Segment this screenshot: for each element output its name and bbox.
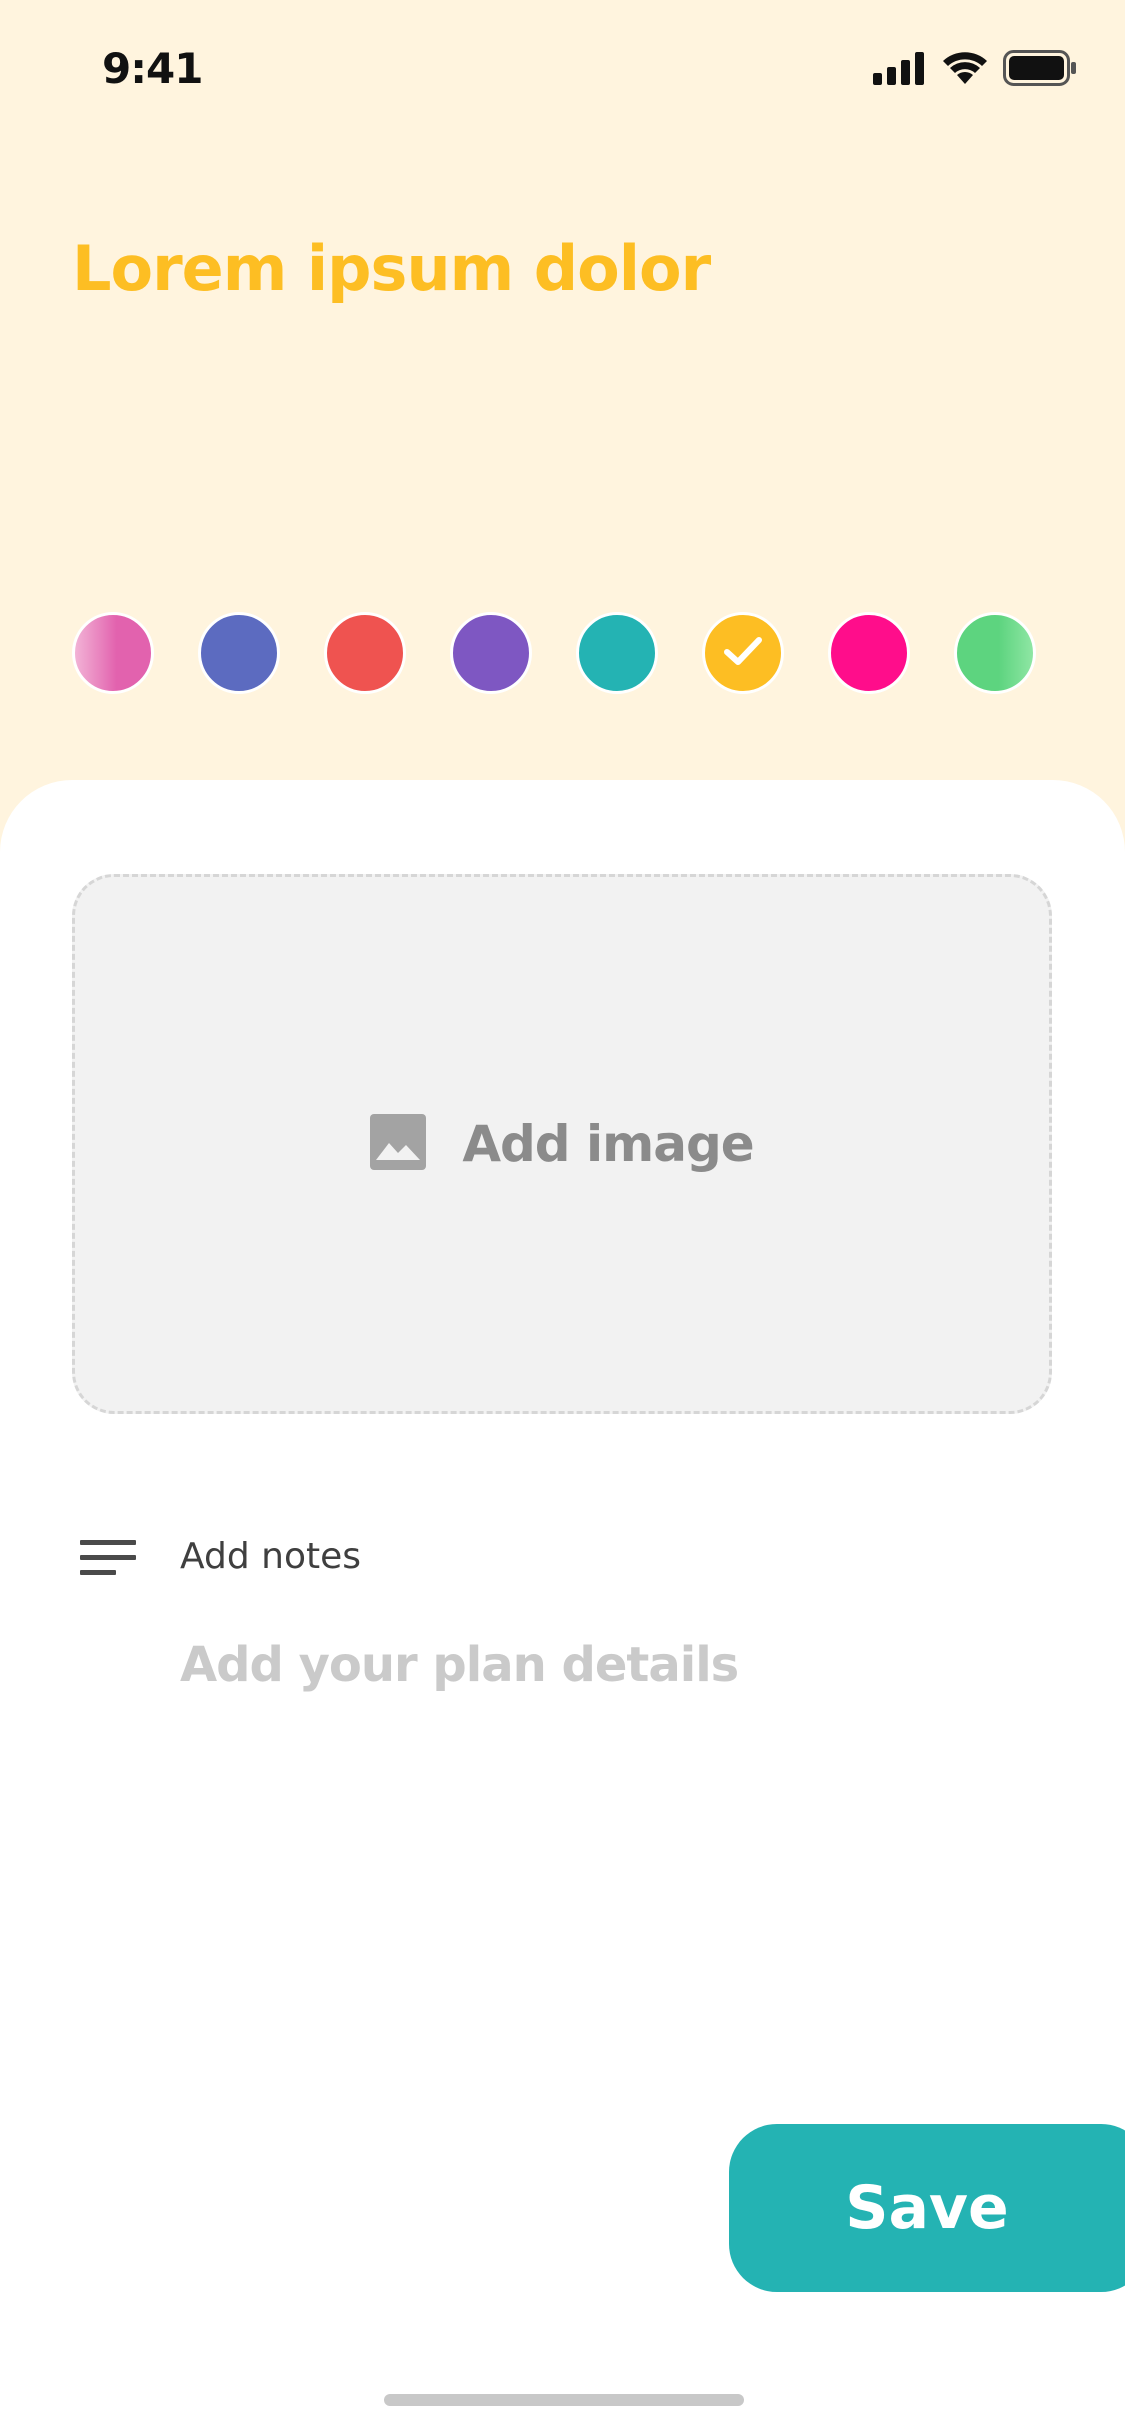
save-button[interactable]: Save [729,2124,1125,2292]
wifi-icon [941,50,989,91]
cellular-signal-icon [873,51,927,90]
color-swatch-pink[interactable] [72,612,154,694]
color-picker [72,612,1072,696]
add-image-button[interactable]: Add image [72,874,1052,1414]
battery-icon [1003,50,1077,91]
status-icons [873,50,1077,91]
checkmark-icon [723,635,763,672]
page-title: Lorem ipsum dolor [72,232,711,305]
notes-icon-wrap [80,1530,136,1590]
notes-lines-icon [80,1538,136,1583]
color-swatch-indigo[interactable] [198,612,280,694]
add-image-label: Add image [462,1115,754,1173]
color-swatch-red[interactable] [324,612,406,694]
status-time: 9:41 [102,44,203,93]
color-swatch-green[interactable] [954,612,1036,694]
plan-details-input[interactable] [180,1630,1040,1700]
color-swatch-amber[interactable] [702,612,784,694]
notes-label: Add notes [180,1536,362,1577]
color-swatch-purple[interactable] [450,612,532,694]
status-bar: 9:41 [0,0,1125,140]
image-icon [370,1113,427,1175]
color-swatch-magenta[interactable] [828,612,910,694]
home-indicator [384,2394,744,2406]
color-swatch-teal[interactable] [576,612,658,694]
